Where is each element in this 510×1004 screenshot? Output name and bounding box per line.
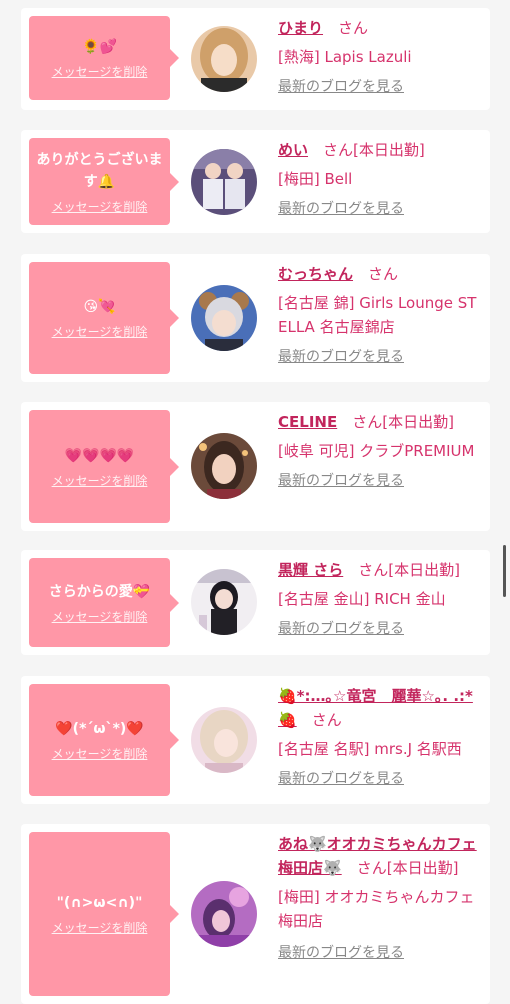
message-card: "(∩>ω<∩)" メッセージを削除 あね🐺オオカミちゃんカフェ梅田店🐺 さん[… [21, 824, 490, 1004]
message-list: 🌻💕 メッセージを削除 ひまり さん [熱海] Lapis Lazuli 最新の… [0, 0, 510, 1004]
shop-location: [名古屋 名駅] mrs.J 名駅西 [278, 740, 462, 758]
delete-message-link[interactable]: メッセージを削除 [52, 609, 148, 625]
message-text: "(∩>ω<∩)" [56, 895, 143, 911]
latest-blog-link[interactable]: 最新のブログを見る [278, 77, 483, 97]
message-bubble: 🌻💕 メッセージを削除 [29, 16, 179, 100]
delete-message-link[interactable]: メッセージを削除 [52, 64, 148, 80]
message-text: さらからの愛💝 [48, 583, 151, 600]
honorific: さん [352, 413, 383, 431]
delete-message-link[interactable]: メッセージを削除 [52, 920, 148, 936]
cast-name-link[interactable]: 🍓*:…｡☆竜宮 麗華☆｡. .:*🍓 [278, 687, 473, 729]
cast-info: 黒輝 さら さん[本日出勤] [名古屋 金山] RICH 金山 最新のブログを見… [278, 558, 483, 639]
message-text: ありがとうございます🔔 [36, 151, 163, 190]
cast-name-link[interactable]: 黒輝 さら [278, 561, 343, 579]
cast-info: あね🐺オオカミちゃんカフェ梅田店🐺 さん[本日出勤] [梅田] オオカミちゃんカ… [278, 832, 483, 963]
avatar[interactable] [191, 881, 257, 947]
scrollbar[interactable] [503, 545, 506, 597]
shop-location: [梅田] オオカミちゃんカフェ梅田店 [278, 888, 475, 930]
message-card: 🌻💕 メッセージを削除 ひまり さん [熱海] Lapis Lazuli 最新の… [21, 8, 490, 110]
shop-location: [熱海] Lapis Lazuli [278, 48, 412, 66]
message-text: 🌻💕 [82, 39, 117, 55]
avatar[interactable] [191, 285, 257, 351]
honorific: さん [323, 141, 354, 159]
cast-info: むっちゃん さん [名古屋 錦] Girls Lounge STELLA 名古屋… [278, 262, 483, 367]
message-card: ありがとうございます🔔 メッセージを削除 めい さん[本日出勤] [梅田] Be… [21, 130, 490, 233]
work-status: [本日出勤] [353, 141, 425, 159]
message-card: 💗💗💗💗 メッセージを削除 CELINE さん[本日出勤] [岐阜 可児] クラ… [21, 402, 490, 531]
honorific: さん [358, 561, 389, 579]
message-bubble: "(∩>ω<∩)" メッセージを削除 [29, 832, 179, 996]
cast-name-link[interactable]: めい [278, 141, 308, 159]
latest-blog-link[interactable]: 最新のブログを見る [278, 769, 483, 789]
cast-name-link[interactable]: ひまり [278, 19, 323, 37]
message-text: 💗💗💗💗 [64, 447, 135, 464]
honorific: さん [338, 19, 369, 37]
latest-blog-link[interactable]: 最新のブログを見る [278, 199, 483, 219]
cast-name-link[interactable]: むっちゃん [278, 265, 353, 283]
message-card: ❤️(*´ω`*)❤️ メッセージを削除 🍓*:…｡☆竜宮 麗華☆｡. .:*🍓… [21, 676, 490, 804]
honorific: さん [368, 265, 399, 283]
shop-location: [岐阜 可児] クラブPREMIUM [278, 442, 475, 460]
message-text: ❤️(*´ω`*)❤️ [55, 721, 144, 737]
work-status: [本日出勤] [386, 859, 459, 877]
message-bubble: さらからの愛💝 メッセージを削除 [29, 558, 179, 647]
message-card: さらからの愛💝 メッセージを削除 黒輝 さら さん[本日出勤] [名古屋 金山]… [21, 550, 490, 655]
cast-name-link[interactable]: CELINE [278, 413, 337, 431]
avatar[interactable] [191, 149, 257, 215]
delete-message-link[interactable]: メッセージを削除 [52, 746, 148, 762]
message-card: 😘💘 メッセージを削除 むっちゃん さん [名古屋 錦] Girls Loung… [21, 254, 490, 382]
latest-blog-link[interactable]: 最新のブログを見る [278, 347, 483, 367]
latest-blog-link[interactable]: 最新のブログを見る [278, 471, 483, 491]
shop-location: [名古屋 錦] Girls Lounge STELLA 名古屋錦店 [278, 294, 477, 336]
cast-info: ひまり さん [熱海] Lapis Lazuli 最新のブログを見る [278, 16, 483, 97]
message-bubble: 💗💗💗💗 メッセージを削除 [29, 410, 179, 523]
latest-blog-link[interactable]: 最新のブログを見る [278, 619, 483, 639]
avatar[interactable] [191, 26, 257, 92]
message-bubble: ❤️(*´ω`*)❤️ メッセージを削除 [29, 684, 179, 796]
cast-info: めい さん[本日出勤] [梅田] Bell 最新のブログを見る [278, 138, 483, 219]
work-status: [本日出勤] [382, 413, 454, 431]
avatar[interactable] [191, 569, 257, 635]
avatar[interactable] [191, 433, 257, 499]
latest-blog-link[interactable]: 最新のブログを見る [278, 943, 483, 963]
honorific: さん [356, 859, 387, 877]
message-bubble: ありがとうございます🔔 メッセージを削除 [29, 138, 179, 225]
delete-message-link[interactable]: メッセージを削除 [52, 473, 148, 489]
cast-info: 🍓*:…｡☆竜宮 麗華☆｡. .:*🍓 さん [名古屋 名駅] mrs.J 名駅… [278, 684, 483, 789]
message-text: 😘💘 [83, 299, 116, 315]
honorific: さん [311, 711, 342, 729]
cast-info: CELINE さん[本日出勤] [岐阜 可児] クラブPREMIUM 最新のブロ… [278, 410, 483, 491]
message-bubble: 😘💘 メッセージを削除 [29, 262, 179, 374]
delete-message-link[interactable]: メッセージを削除 [52, 199, 148, 215]
delete-message-link[interactable]: メッセージを削除 [52, 324, 148, 340]
avatar[interactable] [191, 707, 257, 773]
shop-location: [梅田] Bell [278, 170, 353, 188]
shop-location: [名古屋 金山] RICH 金山 [278, 590, 446, 608]
work-status: [本日出勤] [388, 561, 460, 579]
